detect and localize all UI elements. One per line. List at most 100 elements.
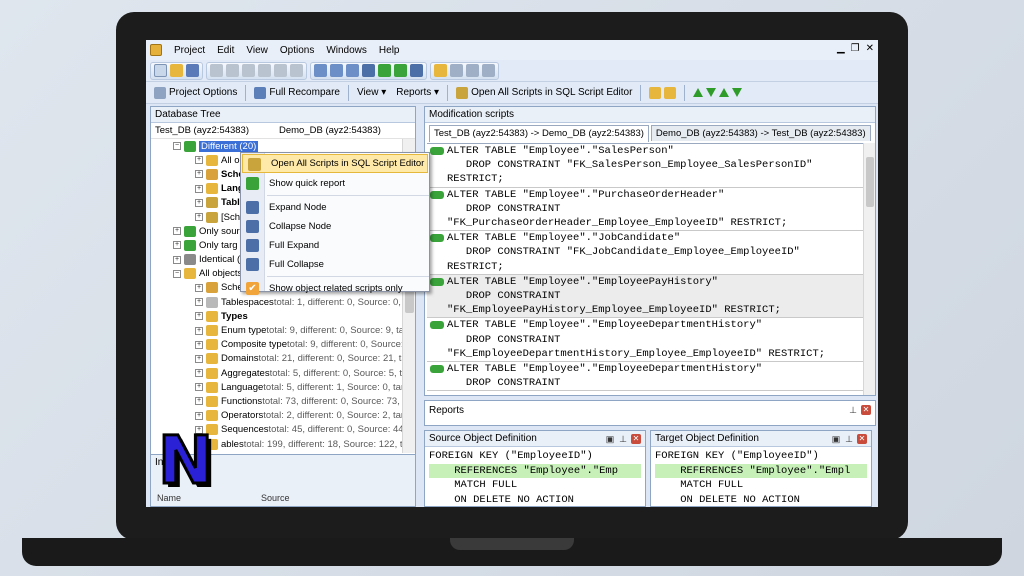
script-statement[interactable]: ALTER TABLE "Employee"."EmployeeDepartme… bbox=[427, 318, 863, 363]
menu-view[interactable]: View bbox=[240, 45, 274, 56]
expand-toggle-icon[interactable]: + bbox=[195, 369, 203, 378]
full-recompare-button[interactable]: Full Recompare bbox=[250, 84, 344, 102]
cascade-icon[interactable] bbox=[314, 64, 327, 77]
expand-toggle-icon[interactable]: + bbox=[195, 198, 203, 207]
difference-arrow-icon bbox=[430, 190, 444, 199]
wizard-icon[interactable] bbox=[434, 64, 447, 77]
expand-toggle-icon[interactable]: + bbox=[195, 354, 203, 363]
new-project-icon[interactable] bbox=[154, 64, 167, 77]
pin-icon[interactable]: ⊥ bbox=[844, 434, 854, 444]
tab-test-to-demo[interactable]: Test_DB (ayz2:54383) -> Demo_DB (ayz2:54… bbox=[429, 125, 649, 142]
context-full-collapse[interactable]: Full Collapse bbox=[241, 255, 429, 274]
expand-toggle-icon[interactable]: + bbox=[173, 255, 181, 264]
menu-options[interactable]: Options bbox=[274, 45, 320, 56]
context-collapse-node[interactable]: Collapse Node bbox=[241, 217, 429, 236]
expand-toggle-icon[interactable]: + bbox=[195, 383, 203, 392]
menu-project[interactable]: Project bbox=[168, 45, 211, 56]
collapse-toggle-icon[interactable]: − bbox=[173, 269, 181, 278]
target-definition-code[interactable]: FOREIGN KEY ("EmployeeID") REFERENCES "E… bbox=[651, 447, 871, 506]
window-icon[interactable]: ▣ bbox=[831, 434, 841, 444]
close-icon[interactable]: ✕ bbox=[631, 434, 641, 444]
expand-toggle-icon[interactable]: + bbox=[195, 156, 203, 165]
sync-left-icon[interactable] bbox=[378, 64, 391, 77]
context-full-expand[interactable]: Full Expand bbox=[241, 236, 429, 255]
key-icon[interactable] bbox=[290, 64, 303, 77]
scrollbar-thumb[interactable] bbox=[866, 157, 874, 207]
paste-icon[interactable] bbox=[242, 64, 255, 77]
source-column[interactable]: Source bbox=[261, 493, 290, 503]
script-scrollbar[interactable] bbox=[863, 143, 875, 395]
expand-toggle-icon[interactable]: + bbox=[195, 411, 203, 420]
script-statement[interactable]: ALTER TABLE "Employee"."EmployeePayHisto… bbox=[427, 274, 863, 319]
expand-toggle-icon[interactable]: + bbox=[195, 184, 203, 193]
collapse-toggle-icon[interactable]: − bbox=[173, 142, 181, 151]
expand-toggle-icon[interactable]: + bbox=[195, 170, 203, 179]
reports-dropdown[interactable]: Reports ▾ bbox=[392, 84, 443, 102]
script-editor[interactable]: ALTER TABLE "Employee"."SalesPerson" DRO… bbox=[427, 143, 863, 395]
minimize-icon[interactable]: ▁ bbox=[837, 43, 845, 54]
last-difference-icon[interactable] bbox=[732, 88, 743, 97]
expand-toggle-icon[interactable]: + bbox=[195, 283, 203, 292]
tile-horizontal-icon[interactable] bbox=[330, 64, 343, 77]
close-icon[interactable]: ✕ bbox=[866, 43, 874, 54]
options-icon[interactable] bbox=[450, 64, 463, 77]
tree-node[interactable]: + Aggregates total: 5, different: 0, Sour… bbox=[151, 366, 403, 380]
difference-arrow-icon bbox=[430, 277, 444, 286]
view-dropdown[interactable]: View ▾ bbox=[353, 84, 390, 102]
expand-toggle-icon[interactable]: + bbox=[195, 326, 203, 335]
tree-node[interactable]: + Domains total: 21, different: 0, Source… bbox=[151, 352, 403, 366]
restore-icon[interactable]: ❐ bbox=[851, 43, 860, 54]
replace-icon[interactable] bbox=[274, 64, 287, 77]
expand-toggle-icon[interactable]: + bbox=[195, 397, 203, 406]
expand-toggle-icon[interactable]: + bbox=[195, 312, 203, 321]
window-icon[interactable]: ▣ bbox=[605, 434, 615, 444]
menu-windows[interactable]: Windows bbox=[320, 45, 373, 56]
context-item-label: Full Collapse bbox=[269, 259, 324, 270]
source-definition-code[interactable]: FOREIGN KEY ("EmployeeID") REFERENCES "E… bbox=[425, 447, 645, 506]
script-statement[interactable]: ALTER TABLE "Employee"."SalesPerson" DRO… bbox=[427, 144, 863, 188]
refresh-icon[interactable] bbox=[410, 64, 423, 77]
tree-node[interactable]: + Types bbox=[151, 309, 403, 323]
context-open-all-scripts[interactable]: Open All Scripts in SQL Script Editor bbox=[242, 154, 428, 173]
sync-right-icon[interactable] bbox=[394, 64, 407, 77]
expand-toggle-icon[interactable]: + bbox=[195, 298, 203, 307]
tree-node[interactable]: + Enum type total: 9, different: 0, Sourc… bbox=[151, 323, 403, 337]
tile-vertical-icon[interactable] bbox=[346, 64, 359, 77]
next-difference-icon[interactable] bbox=[706, 88, 717, 97]
expand-toggle-icon[interactable]: + bbox=[173, 227, 181, 236]
tree-node[interactable]: + Composite type total: 9, different: 0, … bbox=[151, 338, 403, 352]
context-show-quick-report[interactable]: Show quick report bbox=[241, 174, 429, 193]
menu-help[interactable]: Help bbox=[373, 45, 406, 56]
close-icon[interactable]: ✕ bbox=[861, 405, 871, 415]
script-statement[interactable]: ALTER TABLE "Employee"."JobCandidate" DR… bbox=[427, 231, 863, 275]
grid-icon[interactable] bbox=[466, 64, 479, 77]
expand-toggle-icon[interactable]: + bbox=[173, 241, 181, 250]
copy-icon[interactable] bbox=[226, 64, 239, 77]
execute-button[interactable] bbox=[645, 84, 680, 102]
tab-demo-to-test[interactable]: Demo_DB (ayz2:54383) -> Test_DB (ayz2:54… bbox=[650, 125, 871, 141]
context-expand-node[interactable]: Expand Node bbox=[241, 198, 429, 217]
tree-node[interactable]: + Operators total: 2, different: 0, Sourc… bbox=[151, 409, 403, 423]
open-folder-icon[interactable] bbox=[170, 64, 183, 77]
script-statement[interactable]: ALTER TABLE "Employee"."PurchaseOrderHea… bbox=[427, 188, 863, 232]
report-icon[interactable] bbox=[482, 64, 495, 77]
compare-icon[interactable] bbox=[362, 64, 375, 77]
first-difference-icon[interactable] bbox=[693, 88, 704, 97]
pin-icon[interactable]: ⊥ bbox=[618, 434, 628, 444]
find-icon[interactable] bbox=[258, 64, 271, 77]
menu-edit[interactable]: Edit bbox=[211, 45, 240, 56]
expand-toggle-icon[interactable]: + bbox=[195, 340, 203, 349]
context-show-related-scripts[interactable]: ✔ Show object related scripts only bbox=[241, 279, 429, 298]
project-options-button[interactable]: Project Options bbox=[150, 84, 241, 102]
pin-icon[interactable]: ⊥ bbox=[848, 405, 858, 415]
script-tabs: Test_DB (ayz2:54383) -> Demo_DB (ayz2:54… bbox=[429, 125, 871, 142]
expand-toggle-icon[interactable]: + bbox=[195, 213, 203, 222]
save-icon[interactable] bbox=[186, 64, 199, 77]
close-icon[interactable]: ✕ bbox=[857, 434, 867, 444]
script-statement[interactable]: ALTER TABLE "Employee"."EmployeeDepartme… bbox=[427, 362, 863, 392]
cut-icon[interactable] bbox=[210, 64, 223, 77]
tree-node[interactable]: + Functions total: 73, different: 0, Sour… bbox=[151, 394, 403, 408]
open-all-scripts-button[interactable]: Open All Scripts in SQL Script Editor bbox=[452, 84, 636, 102]
previous-difference-icon[interactable] bbox=[719, 88, 730, 97]
tree-node[interactable]: + Language total: 5, different: 1, Source… bbox=[151, 380, 403, 394]
